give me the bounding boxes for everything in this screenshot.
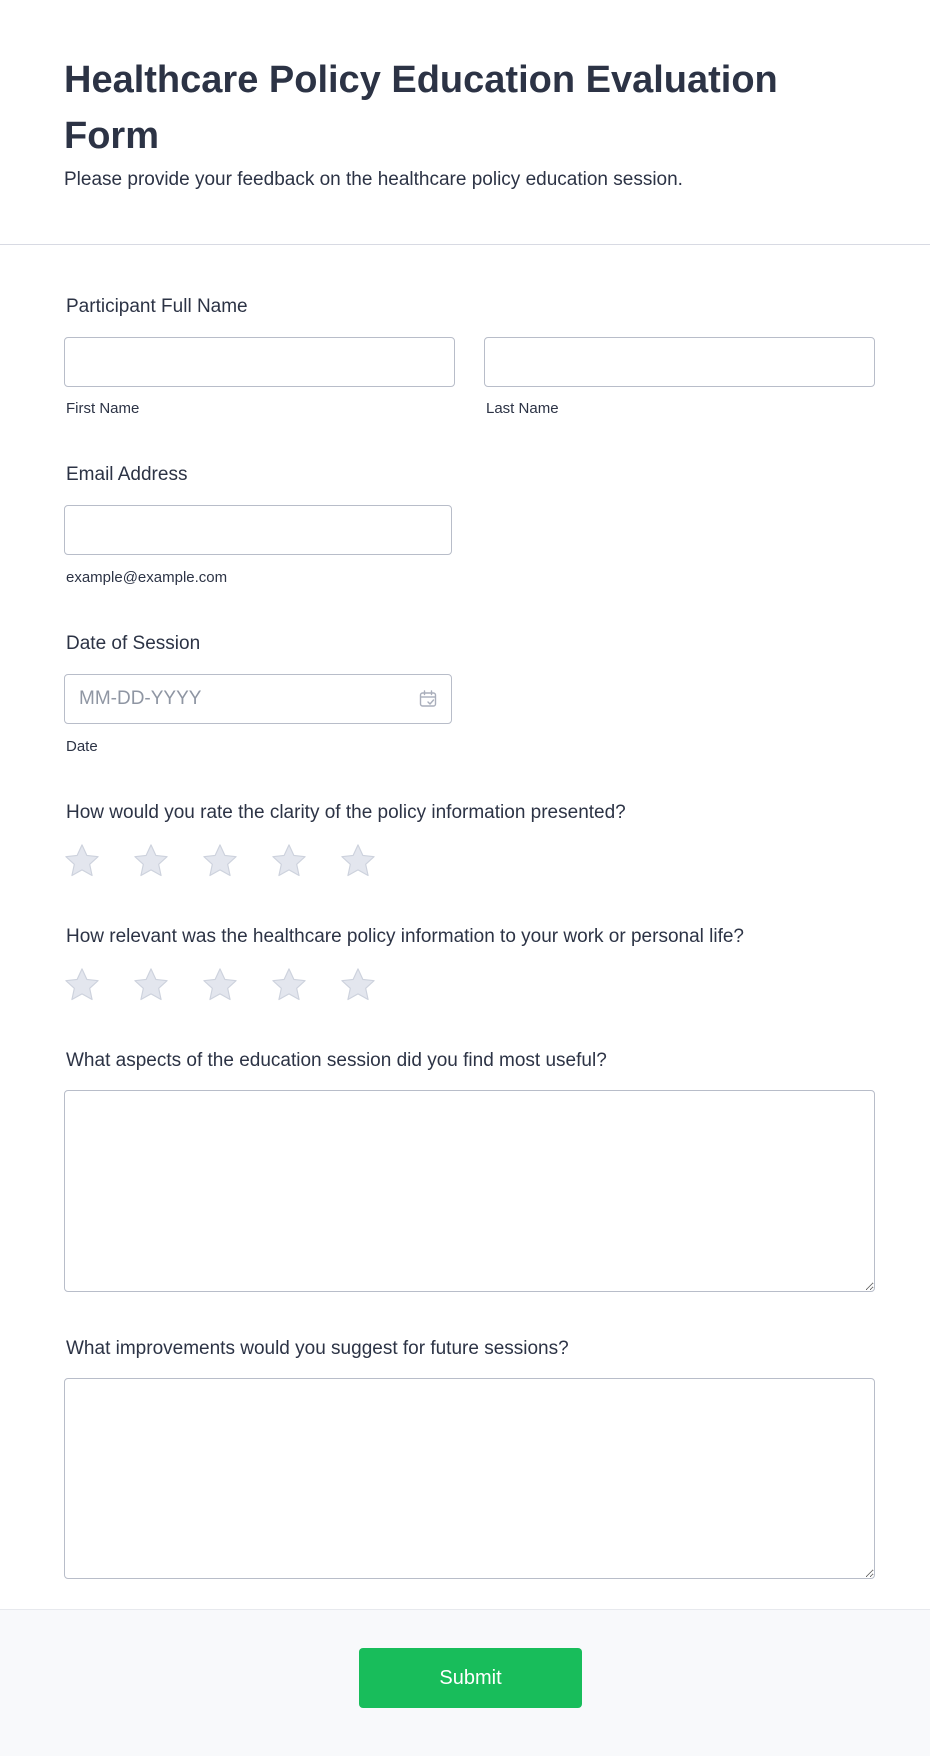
star-icon[interactable] xyxy=(339,842,377,880)
form-title: Healthcare Policy Education Evaluation F… xyxy=(64,59,778,157)
last-name-input[interactable] xyxy=(484,337,875,387)
date-sublabel: Date xyxy=(66,738,98,755)
improvements-textarea[interactable] xyxy=(64,1378,875,1579)
star-icon[interactable] xyxy=(339,966,377,1004)
form-header: Healthcare Policy Education Evaluation F… xyxy=(0,0,930,245)
star-icon[interactable] xyxy=(132,966,170,1004)
star-icon[interactable] xyxy=(201,842,239,880)
calendar-icon[interactable] xyxy=(418,689,438,709)
clarity-rating-label: How would you rate the clarity of the po… xyxy=(66,802,626,823)
first-name-sublabel: First Name xyxy=(66,400,140,417)
date-input[interactable] xyxy=(64,674,452,724)
email-input[interactable] xyxy=(64,505,452,555)
form-footer: Submit xyxy=(0,1609,930,1756)
date-label: Date of Session xyxy=(66,633,201,654)
improvements-label: What improvements would you suggest for … xyxy=(66,1338,569,1359)
clarity-star-rating xyxy=(63,842,377,880)
email-sublabel: example@example.com xyxy=(66,569,228,586)
star-icon[interactable] xyxy=(201,966,239,1004)
relevance-star-rating xyxy=(63,966,377,1004)
full-name-label: Participant Full Name xyxy=(66,296,248,317)
first-name-input[interactable] xyxy=(64,337,455,387)
star-icon[interactable] xyxy=(270,966,308,1004)
form-subtitle: Please provide your feedback on the heal… xyxy=(64,169,683,190)
last-name-sublabel: Last Name xyxy=(486,400,559,417)
star-icon[interactable] xyxy=(132,842,170,880)
star-icon[interactable] xyxy=(63,966,101,1004)
relevance-rating-label: How relevant was the healthcare policy i… xyxy=(66,926,744,947)
submit-button[interactable]: Submit xyxy=(359,1648,582,1708)
useful-aspects-textarea[interactable] xyxy=(64,1090,875,1292)
star-icon[interactable] xyxy=(63,842,101,880)
email-label: Email Address xyxy=(66,464,188,485)
star-icon[interactable] xyxy=(270,842,308,880)
useful-aspects-label: What aspects of the education session di… xyxy=(66,1050,607,1071)
